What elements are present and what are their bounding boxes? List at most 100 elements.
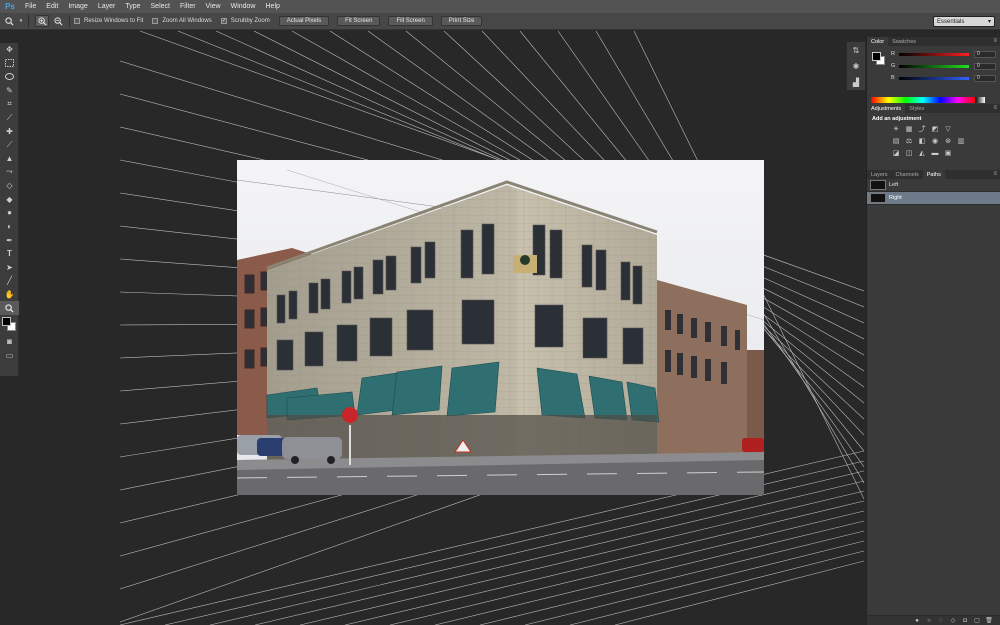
lasso-tool-icon[interactable]	[0, 70, 19, 84]
menu-edit[interactable]: Edit	[41, 3, 63, 10]
menu-layer[interactable]: Layer	[93, 3, 121, 10]
pen-tool-icon[interactable]: ✒	[0, 233, 19, 247]
scrubby-zoom-checkbox[interactable]: ✓ Scrubby Zoom	[220, 18, 270, 24]
zoom-tool-icon[interactable]	[0, 301, 19, 315]
zoom-out-icon[interactable]	[51, 15, 65, 27]
checkbox-checked[interactable]: ✓	[220, 18, 227, 24]
tab-paths[interactable]: Paths	[922, 170, 945, 179]
channel-mixer-icon[interactable]: ⊛	[943, 137, 953, 145]
black-white-icon[interactable]: ◧	[917, 137, 927, 145]
workspace-select[interactable]: Essentials ▾	[933, 16, 995, 27]
settings-icon[interactable]: ✱	[847, 58, 865, 74]
gradient-map-icon[interactable]: ▬	[930, 149, 940, 157]
green-value[interactable]: 0	[974, 62, 996, 70]
add-mask-icon[interactable]: ◘	[959, 617, 971, 625]
line-tool-icon[interactable]: ╱	[0, 274, 19, 288]
paint-bucket-tool-icon[interactable]: ◆	[0, 193, 19, 207]
panel-menu-icon[interactable]: ≡	[993, 105, 997, 111]
grayscale-ramp[interactable]	[975, 97, 985, 103]
menu-image[interactable]: Image	[63, 3, 92, 10]
tab-styles[interactable]: Styles	[905, 104, 928, 113]
photo-filter-icon[interactable]: ◉	[930, 137, 940, 145]
eraser-tool-icon[interactable]: ◇	[0, 179, 19, 193]
red-value[interactable]: 0	[974, 50, 996, 58]
zoom-all-windows-checkbox[interactable]: Zoom All Windows	[152, 18, 212, 24]
healing-brush-tool-icon[interactable]: ✚	[0, 125, 19, 139]
tab-adjustments[interactable]: Adjustments	[867, 104, 906, 113]
chevron-down-icon[interactable]: ▾	[18, 15, 24, 27]
menu-view[interactable]: View	[201, 3, 226, 10]
print-size-button[interactable]: Print Size	[440, 16, 483, 26]
magnifier-icon[interactable]	[2, 15, 16, 27]
menu-help[interactable]: Help	[261, 3, 285, 10]
resize-windows-checkbox[interactable]: Resize Windows to Fit	[74, 18, 143, 24]
vibrance-icon[interactable]: ▽	[943, 125, 953, 133]
tab-layers[interactable]: Layers	[867, 170, 892, 179]
panel-menu-icon[interactable]: ≡	[993, 38, 997, 44]
path-row-right[interactable]: Right	[867, 192, 1000, 205]
checkbox-box[interactable]	[74, 18, 80, 24]
panel-menu-icon[interactable]: ≡	[993, 171, 997, 177]
crop-tool-icon[interactable]: ⌗	[0, 97, 19, 111]
marquee-tool-icon[interactable]	[0, 57, 19, 71]
path-thumbnail	[870, 193, 886, 203]
tab-swatches[interactable]: Swatches	[888, 37, 920, 46]
color-swatches[interactable]	[0, 315, 19, 335]
eyedropper-tool-icon[interactable]: ⟋	[0, 111, 19, 125]
hand-tool-icon[interactable]: ✋	[0, 288, 19, 302]
curves-icon[interactable]: ⤴	[917, 125, 927, 133]
levels-icon[interactable]: ▦	[904, 125, 914, 133]
histogram-icon[interactable]: ▟	[847, 74, 865, 90]
selective-color-icon[interactable]: ▣	[943, 149, 953, 157]
screen-mode-icon[interactable]: ▭	[0, 348, 19, 362]
menu-type[interactable]: Type	[120, 3, 145, 10]
options-bar: ▾ Resize Windows to Fit Zoom All Windows…	[0, 13, 1000, 30]
menu-select[interactable]: Select	[146, 3, 175, 10]
make-path-icon[interactable]: ◇	[947, 617, 959, 625]
threshold-icon[interactable]: ◭	[917, 149, 927, 157]
tab-channels[interactable]: Channels	[892, 170, 923, 179]
color-lookup-icon[interactable]: ▥	[956, 137, 966, 145]
menu-window[interactable]: Window	[226, 3, 261, 10]
posterize-icon[interactable]: ◫	[904, 149, 914, 157]
tab-color[interactable]: Color	[867, 37, 889, 46]
blue-value[interactable]: 0	[974, 74, 996, 82]
move-tool-icon[interactable]: ✥	[0, 43, 19, 57]
zoom-in-icon[interactable]	[35, 15, 49, 27]
blue-slider[interactable]	[899, 76, 969, 80]
foreground-swatch[interactable]	[872, 52, 881, 61]
quick-mask-icon[interactable]: ◙	[0, 335, 19, 349]
checkbox-box[interactable]	[152, 18, 159, 24]
fill-screen-button[interactable]: Fill Screen	[388, 16, 433, 26]
red-slider[interactable]	[899, 52, 969, 56]
foreground-color[interactable]	[2, 316, 11, 326]
path-selection-tool-icon[interactable]: ➤	[0, 261, 19, 275]
clone-stamp-tool-icon[interactable]: ▲	[0, 152, 19, 166]
load-selection-icon[interactable]: ◌	[935, 617, 947, 625]
stroke-path-icon[interactable]: ○	[923, 617, 935, 625]
type-tool-icon[interactable]: T	[0, 247, 19, 261]
trash-icon[interactable]: 🗑	[983, 617, 995, 625]
exposure-icon[interactable]: ◩	[930, 125, 940, 133]
quick-select-tool-icon[interactable]: ✎	[0, 84, 19, 98]
green-slider[interactable]	[899, 64, 969, 68]
new-path-icon[interactable]: ▢	[971, 617, 983, 625]
brush-tool-icon[interactable]: ⟋	[0, 138, 19, 152]
dodge-tool-icon[interactable]: ◐	[0, 220, 19, 234]
brightness-icon[interactable]: ☀	[891, 125, 901, 133]
color-balance-icon[interactable]: ⚖	[904, 137, 914, 145]
path-row-left[interactable]: Left	[867, 179, 1000, 192]
fit-screen-button[interactable]: Fit Screen	[337, 16, 381, 26]
fill-path-icon[interactable]: ●	[911, 617, 923, 625]
invert-icon[interactable]: ◪	[891, 149, 901, 157]
menu-filter[interactable]: Filter	[175, 3, 201, 10]
history-icon[interactable]: ⇅	[847, 42, 865, 58]
blur-tool-icon[interactable]: ●	[0, 206, 19, 220]
color-spectrum[interactable]	[871, 97, 975, 103]
actual-pixels-button[interactable]: Actual Pixels	[278, 16, 330, 26]
document-image[interactable]	[237, 160, 764, 495]
hue-saturation-icon[interactable]: ▤	[891, 137, 901, 145]
menu-file[interactable]: File	[20, 3, 41, 10]
canvas-area[interactable]	[20, 31, 864, 625]
history-brush-tool-icon[interactable]: ⤳	[0, 165, 19, 179]
